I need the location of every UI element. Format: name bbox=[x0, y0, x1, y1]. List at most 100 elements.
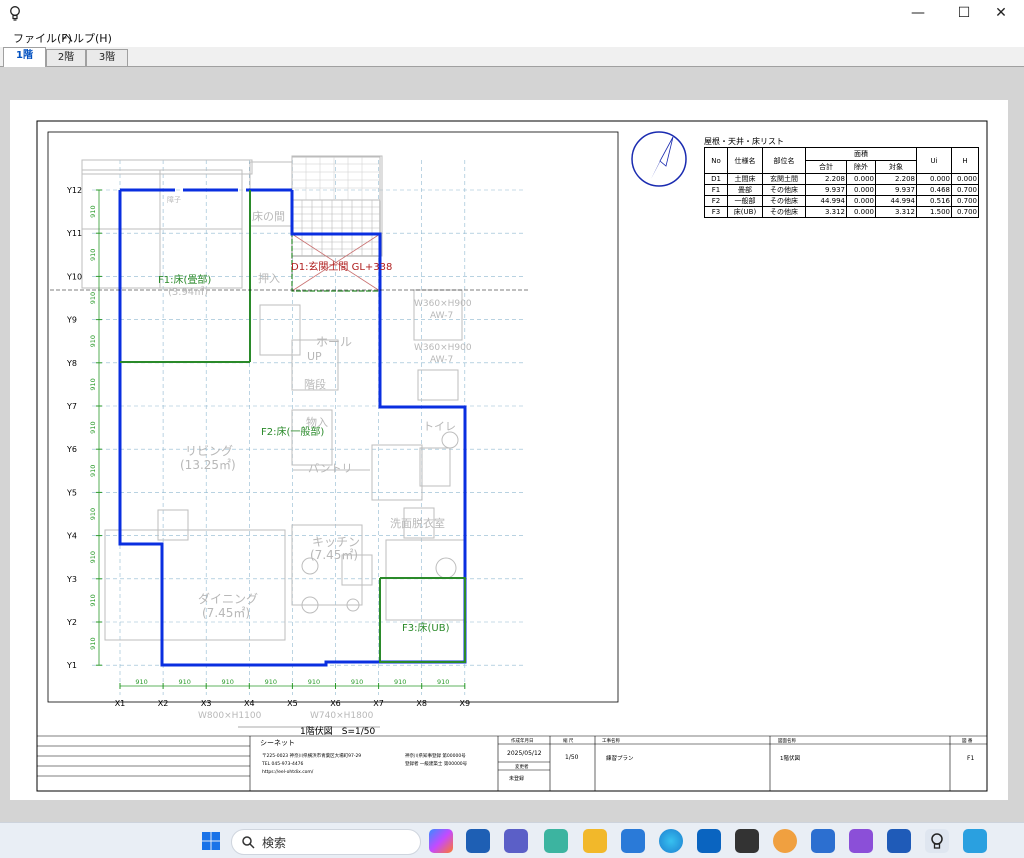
app-icon-blue[interactable] bbox=[621, 829, 645, 853]
grid-row-label: Y8 bbox=[66, 359, 77, 368]
col-dimension: 910 bbox=[265, 678, 277, 686]
row-dimension: 910 bbox=[89, 465, 97, 477]
row-dimension: 910 bbox=[89, 292, 97, 304]
pantry-label: パントリ bbox=[308, 462, 353, 475]
photos-icon[interactable] bbox=[963, 829, 987, 853]
minimize-button[interactable]: — bbox=[895, 0, 941, 26]
tokonoma-label: 床の間 bbox=[252, 209, 285, 223]
search-icon bbox=[242, 836, 255, 849]
paint-icon[interactable] bbox=[773, 829, 797, 853]
company-address: 〒225-0023 神奈川県横浜市青葉区大場町97-29 bbox=[262, 752, 361, 759]
table-cell-target: 3.312 bbox=[875, 206, 917, 218]
lightbulb-app-icon[interactable] bbox=[925, 829, 949, 853]
outlook-icon[interactable] bbox=[697, 829, 721, 853]
edge-icon[interactable] bbox=[659, 829, 683, 853]
window-1-label: W360×H900 bbox=[414, 299, 472, 309]
bath-label: F3:床(UB) bbox=[402, 621, 450, 634]
visual-studio-icon[interactable] bbox=[849, 829, 873, 853]
table-cell-spec: 床(UB) bbox=[727, 206, 763, 218]
grid-col-label: X3 bbox=[201, 699, 212, 708]
drawing-sheet: F1:床(畳部) (3.94㎡) F2:床(一般部) F3:床(UB) D1:玄… bbox=[10, 100, 1008, 800]
grid-col-label: X5 bbox=[287, 699, 298, 708]
floor-list-table: 屋根・天井・床リスト No 仕様名 部位名 面積 Ui H 合計 除外 対象 D… bbox=[704, 136, 979, 218]
living-area: (13.25㎡) bbox=[180, 458, 236, 472]
revised-label: 変更者 bbox=[515, 763, 529, 770]
genkan-label: D1:玄関土間 GL+338 bbox=[291, 260, 392, 273]
drawing-canvas[interactable]: F1:床(畳部) (3.94㎡) F2:床(一般部) F3:床(UB) D1:玄… bbox=[0, 67, 1024, 822]
window-1-code: AW-7 bbox=[430, 311, 453, 321]
snipping-tool-icon[interactable] bbox=[735, 829, 759, 853]
row-dimension: 910 bbox=[89, 551, 97, 563]
table-cell-total: 3.312 bbox=[805, 206, 847, 218]
grid-row-label: Y10 bbox=[66, 272, 82, 281]
row-dimension: 910 bbox=[89, 378, 97, 390]
col-dimension: 910 bbox=[308, 678, 320, 686]
window-4-label: W740×H1800 bbox=[310, 711, 374, 721]
tab-floor-2[interactable]: 2階 bbox=[46, 49, 86, 66]
table-cell-h: 0.700 bbox=[951, 206, 979, 218]
col-dimension: 910 bbox=[222, 678, 234, 686]
project-label: 工事名称 bbox=[602, 737, 620, 744]
col-area: 面積 bbox=[805, 147, 917, 161]
grid-col-label: X6 bbox=[330, 699, 341, 708]
col-dimension: 910 bbox=[351, 678, 363, 686]
close-button[interactable]: ✕ bbox=[978, 0, 1024, 26]
background-plan bbox=[81, 155, 467, 641]
table-row: D1 土間床 玄関土間 2.208 0.000 2.208 0.000 0.000 bbox=[704, 173, 979, 185]
number-value: F1 bbox=[967, 755, 974, 762]
col-h: H bbox=[951, 147, 979, 174]
title-block bbox=[37, 735, 987, 791]
scale-value: 1/50 bbox=[565, 754, 579, 761]
window-3-label: W800×H1100 bbox=[198, 711, 262, 721]
oshiire-label: 押入 bbox=[258, 271, 280, 285]
window-2-label: W360×H900 bbox=[414, 343, 472, 353]
row-dimension: 910 bbox=[89, 335, 97, 347]
table-cell-part: その他床 bbox=[762, 184, 806, 196]
table-cell-spec: 一般部 bbox=[727, 195, 763, 207]
copilot-icon[interactable] bbox=[429, 829, 453, 853]
drawing-name-value: 1階伏図 bbox=[780, 754, 800, 762]
table-cell-excluded: 0.000 bbox=[846, 195, 876, 207]
dimension-lines bbox=[98, 190, 465, 687]
row-dimension: 910 bbox=[89, 508, 97, 520]
teams-icon[interactable] bbox=[504, 829, 528, 853]
toilet-label: トイレ bbox=[423, 420, 456, 433]
table-cell-ui: 0.000 bbox=[916, 173, 952, 185]
grid-col-label: X7 bbox=[373, 699, 384, 708]
tab-floor-3[interactable]: 3階 bbox=[86, 49, 128, 66]
shoji-label: 障子 bbox=[167, 195, 181, 204]
table-row: F2 一般部 その他床 44.994 0.000 44.994 0.516 0.700 bbox=[704, 195, 979, 207]
col-excluded: 除外 bbox=[846, 160, 876, 174]
app-icon-green[interactable] bbox=[544, 829, 568, 853]
notepad-icon[interactable] bbox=[811, 829, 835, 853]
grid-row-label: Y1 bbox=[66, 661, 77, 670]
grid-row-label: Y5 bbox=[66, 488, 77, 497]
company-url: https://eel-ohtdix.com/ bbox=[262, 769, 314, 775]
table-cell-excluded: 0.000 bbox=[846, 184, 876, 196]
col-dimension: 910 bbox=[394, 678, 406, 686]
table-cell-total: 44.994 bbox=[805, 195, 847, 207]
widgets-icon[interactable] bbox=[466, 829, 490, 853]
table-cell-ui: 0.516 bbox=[916, 195, 952, 207]
number-label: 図 番 bbox=[962, 737, 973, 744]
company-name: シーネット bbox=[260, 739, 295, 747]
washitsu-label: F1:床(畳部) bbox=[158, 273, 211, 286]
col-no: No bbox=[704, 147, 728, 174]
table-cell-ui: 0.468 bbox=[916, 184, 952, 196]
living-label: リビング bbox=[185, 444, 233, 458]
designer-value: 未登録 bbox=[509, 775, 524, 782]
storage-label: 物入 bbox=[306, 415, 328, 429]
tab-floor-1[interactable]: 1階 bbox=[3, 47, 46, 67]
up-label: UP bbox=[307, 350, 322, 363]
menu-help[interactable]: ヘルプ(H) bbox=[62, 30, 112, 46]
file-explorer-icon[interactable] bbox=[583, 829, 607, 853]
dining-area: (7.45㎡) bbox=[202, 606, 250, 620]
north-arrow-icon bbox=[631, 131, 687, 187]
table-cell-total: 9.937 bbox=[805, 184, 847, 196]
windows-start-icon[interactable] bbox=[199, 829, 223, 853]
table-cell-target: 2.208 bbox=[875, 173, 917, 185]
word-icon[interactable] bbox=[887, 829, 911, 853]
sheet-border bbox=[36, 120, 988, 792]
taskbar-search[interactable]: 検索 bbox=[231, 829, 421, 855]
col-dimension: 910 bbox=[135, 678, 147, 686]
